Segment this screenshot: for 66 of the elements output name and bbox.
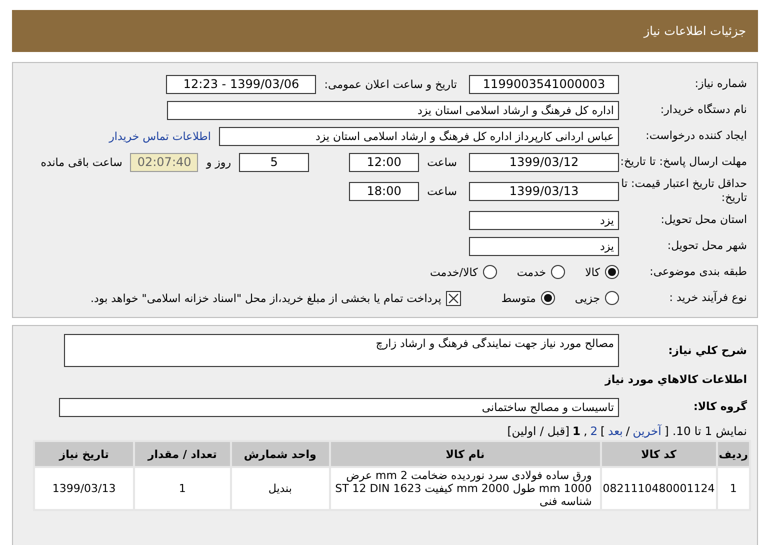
section-heading: اطلاعات کالاهاي مورد نياز — [604, 373, 748, 386]
text-field[interactable]: تاسیسات و مصالح ساختمانی — [59, 398, 619, 416]
text-field[interactable]: اداره کل فرهنگ و ارشاد اسلامی استان یزد — [167, 100, 619, 120]
field-label: شرح کلي نياز: — [667, 344, 748, 358]
table-cell: 1 — [135, 468, 230, 509]
date-field[interactable]: 1399/03/13 — [469, 182, 619, 200]
time-field[interactable]: 12:00 — [349, 152, 420, 172]
countdown-field: 02:07:40 — [130, 152, 198, 172]
column-header: نام کالا — [330, 442, 600, 466]
date-field[interactable]: 1399/03/12 — [469, 152, 619, 172]
table-cell: ورق ساده فولادی سرد نوردیده ضخامت 2 mm عرض 1000 mm طول 2000 mm کیفیت ST 12 DIN 1623 شناسه فنی — [330, 468, 600, 509]
field-label: طبقه بندی موضوعی: — [648, 265, 748, 279]
column-header: تاریخ نیاز — [35, 442, 134, 466]
column-header: کد کالا — [602, 442, 716, 466]
text-field[interactable]: 1399/03/06 - 12:23 — [166, 74, 316, 94]
option-label: کالا — [585, 266, 600, 278]
days-field[interactable]: 5 — [239, 152, 310, 172]
page-link[interactable]: بعد — [608, 424, 623, 438]
text-field[interactable]: یزد — [469, 236, 619, 256]
field-label: ایجاد کننده درخواست: — [644, 129, 748, 143]
text-field[interactable]: 1199003541000003 — [469, 74, 619, 94]
field-label: روز و — [206, 156, 232, 168]
option-label: پرداخت تمام یا بخشی از مبلغ خرید،از محل "اسناد خزانه اسلامی" خواهد بود. — [90, 292, 442, 304]
pagination-text: [قبل / اولین] — [507, 424, 570, 438]
field-label: شماره نیاز: — [694, 77, 748, 91]
column-header: واحد شمارش — [232, 442, 329, 466]
field-label: شهر محل تحویل: — [666, 239, 748, 253]
radio-button[interactable] — [605, 265, 619, 279]
field-label: نام دستگاه خریدار: — [659, 103, 748, 117]
table-cell: 0821110480001124 — [602, 468, 716, 509]
field-label: حداقل تاریخ اعتبار قیمت: تا تاریخ: — [620, 177, 748, 205]
field-label: ساعت — [427, 184, 457, 198]
radio-button[interactable] — [540, 291, 555, 305]
pagination-text: ] — [600, 424, 606, 438]
current-page: 1 — [572, 424, 581, 438]
option-label: جزیی — [574, 292, 600, 304]
text-field[interactable]: عباس اردانی کارپرداز اداره کل فرهنگ و ارشاد اسلامی استان یزد — [219, 126, 619, 146]
pagination-text: / — [626, 424, 630, 438]
field-label: ساعت — [427, 156, 457, 168]
description-field[interactable]: مصالح مورد نیاز جهت نمایندگی فرهنگ و ارشاد زارچ — [64, 334, 619, 367]
field-label: مهلت ارسال پاسخ: تا تاریخ: — [619, 155, 748, 169]
option-label: کالا/خدمت — [430, 266, 478, 278]
checkbox[interactable] — [446, 290, 462, 306]
text-field[interactable]: یزد — [469, 210, 619, 230]
column-header: تعداد / مقدار — [135, 442, 230, 466]
field-label: تاریخ و ساعت اعلان عمومی: — [324, 78, 457, 90]
field-label: استان محل تحویل: — [660, 213, 748, 227]
field-label: گروه کالا: — [692, 400, 748, 414]
contact-link[interactable]: اطلاعات تماس خریدار — [109, 130, 211, 142]
radio-button[interactable] — [605, 291, 619, 305]
radio-button[interactable] — [482, 265, 497, 279]
option-label: متوسط — [501, 292, 536, 304]
page-link[interactable]: آخرین — [632, 424, 662, 438]
table-cell: بندیل — [232, 468, 329, 509]
table-cell: 1399/03/13 — [35, 468, 134, 509]
pagination-text: نمایش 1 تا 10. [ — [664, 424, 747, 438]
field-label: نوع فرآیند خرید : — [668, 291, 748, 305]
radio-button[interactable] — [551, 265, 566, 279]
column-header: ردیف — [718, 442, 749, 466]
option-label: خدمت — [516, 266, 546, 278]
time-field[interactable]: 18:00 — [349, 182, 420, 200]
table-cell: 1 — [718, 468, 749, 509]
page-link[interactable]: 2 — [590, 424, 598, 438]
page-title: جزئیات اطلاعات نیاز — [644, 24, 746, 38]
field-label: ساعت باقی مانده — [40, 156, 122, 168]
pagination-text: , — [584, 424, 588, 438]
